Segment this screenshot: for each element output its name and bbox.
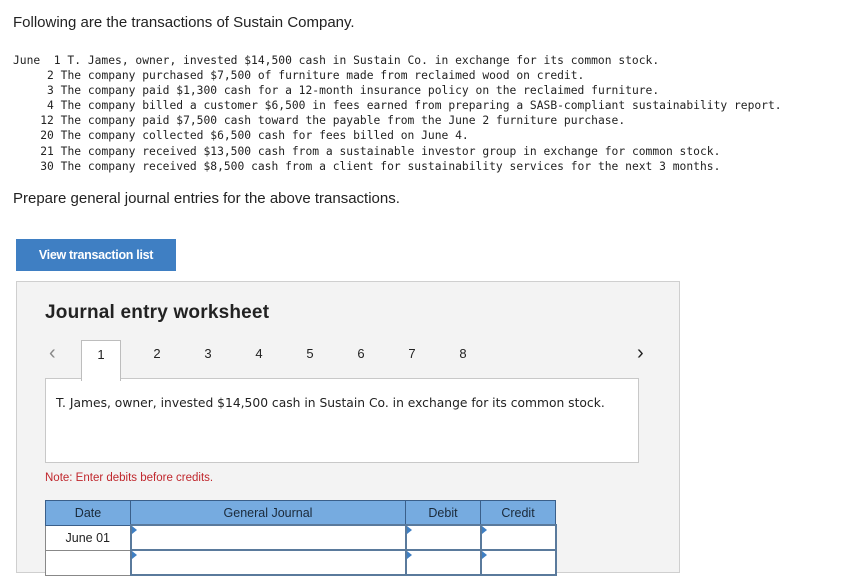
- date-cell: June 01: [45, 524, 131, 551]
- journal-entry-worksheet: Journal entry worksheet ‹ 1 2 3 4 5 6 7 …: [16, 281, 680, 576]
- col-debit: Debit: [405, 500, 481, 526]
- tab-4[interactable]: 4: [239, 340, 279, 368]
- debit-input[interactable]: [404, 524, 482, 551]
- tx-4: 4 The company billed a customer $6,500 i…: [47, 99, 782, 113]
- account-input[interactable]: [129, 549, 407, 576]
- transaction-description: T. James, owner, invested $14,500 cash i…: [45, 378, 639, 463]
- worksheet-title: Journal entry worksheet: [45, 302, 270, 323]
- tx-3: 3 The company paid $1,300 cash for a 12-…: [47, 84, 660, 98]
- tx-6: 20 The company collected $6,500 cash for…: [40, 129, 469, 143]
- chevron-right-icon[interactable]: ›: [637, 342, 644, 365]
- tx-8: 30 The company received $8,500 cash from…: [40, 159, 721, 173]
- col-general-journal: General Journal: [130, 500, 406, 526]
- tab-2[interactable]: 2: [137, 340, 177, 368]
- credit-input[interactable]: [479, 549, 557, 576]
- credit-input[interactable]: [479, 524, 557, 551]
- tx-7: 21 The company received $13,500 cash fro…: [40, 144, 721, 158]
- table-row: [45, 549, 557, 576]
- tx-2: 2 The company purchased $7,500 of furnit…: [47, 69, 585, 83]
- col-credit: Credit: [480, 500, 556, 526]
- instructions: Prepare general journal entries for the …: [13, 190, 400, 207]
- chevron-left-icon[interactable]: ‹: [49, 342, 56, 365]
- tx-5: 12 The company paid $7,500 cash toward t…: [40, 114, 626, 128]
- debit-input[interactable]: [404, 549, 482, 576]
- account-input[interactable]: [129, 524, 407, 551]
- tx-1: June 1 T. James, owner, invested $14,500…: [13, 54, 660, 67]
- tab-8[interactable]: 8: [443, 340, 483, 368]
- journal-table: Date General Journal Debit Credit June 0…: [45, 500, 557, 576]
- table-header: Date General Journal Debit Credit: [45, 500, 556, 526]
- view-transaction-list-button[interactable]: View transaction list: [16, 239, 176, 271]
- col-date: Date: [45, 500, 131, 526]
- transaction-list: June 1 T. James, owner, invested $14,500…: [13, 53, 782, 174]
- tab-3[interactable]: 3: [188, 340, 228, 368]
- intro-text: Following are the transactions of Sustai…: [13, 14, 355, 31]
- date-cell: [45, 549, 131, 576]
- table-row: June 01: [45, 524, 557, 551]
- tab-5[interactable]: 5: [290, 340, 330, 368]
- tab-6[interactable]: 6: [341, 340, 381, 368]
- tab-1[interactable]: 1: [81, 340, 121, 381]
- note-text: Note: Enter debits before credits.: [45, 472, 214, 484]
- tab-7[interactable]: 7: [392, 340, 432, 368]
